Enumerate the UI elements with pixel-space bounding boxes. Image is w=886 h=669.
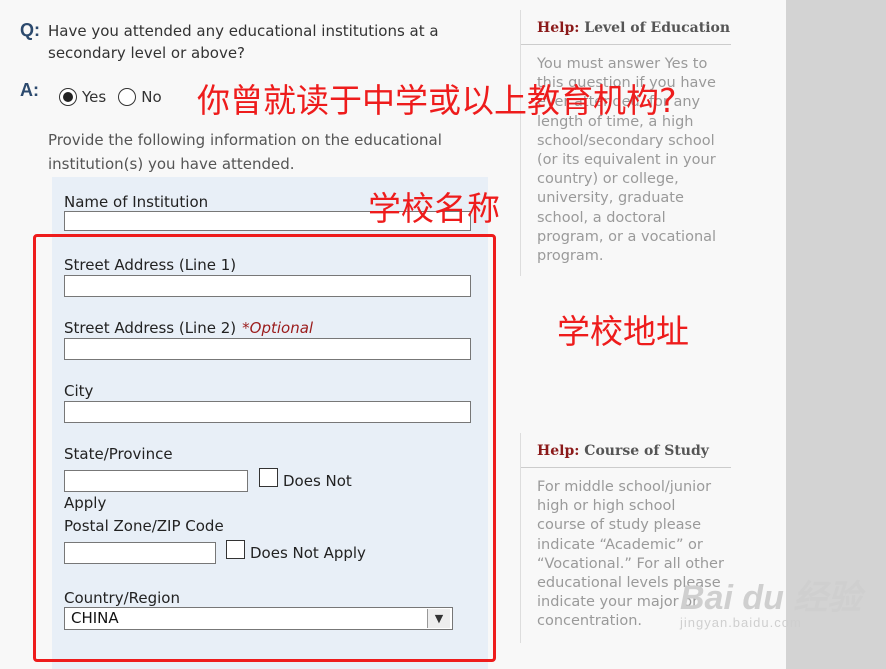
radio-yes-label: Yes bbox=[82, 88, 107, 106]
radio-yes[interactable] bbox=[59, 88, 77, 106]
question-text: Have you attended any educational instit… bbox=[48, 22, 439, 62]
name-of-institution-label: Name of Institution bbox=[64, 193, 209, 211]
answer-marker: A: bbox=[20, 80, 39, 100]
institution-name-annotation: 学校名称 bbox=[368, 189, 500, 228]
radio-no-label: No bbox=[141, 88, 162, 106]
institution-address-annotation: 学校地址 bbox=[557, 312, 689, 351]
help-level-of-education: Help: Level of Education You must answer… bbox=[520, 10, 731, 276]
answer-radio-group: Yes No bbox=[59, 88, 174, 106]
baidu-logo: Bai du 经验 bbox=[680, 579, 862, 617]
right-gray-margin bbox=[786, 0, 886, 669]
question-marker: Q: bbox=[20, 20, 40, 40]
instructions-text: Provide the following information on the… bbox=[48, 131, 442, 173]
help-title: Help: Course of Study bbox=[521, 433, 731, 468]
question-annotation: 你曾就读于中学或以上教育机构? bbox=[197, 81, 677, 120]
baidu-watermark: Bai du 经验 jingyan.baidu.com bbox=[680, 570, 861, 630]
radio-no[interactable] bbox=[118, 88, 137, 106]
help-title: Help: Level of Education bbox=[521, 10, 731, 45]
address-highlight-box bbox=[33, 234, 496, 662]
